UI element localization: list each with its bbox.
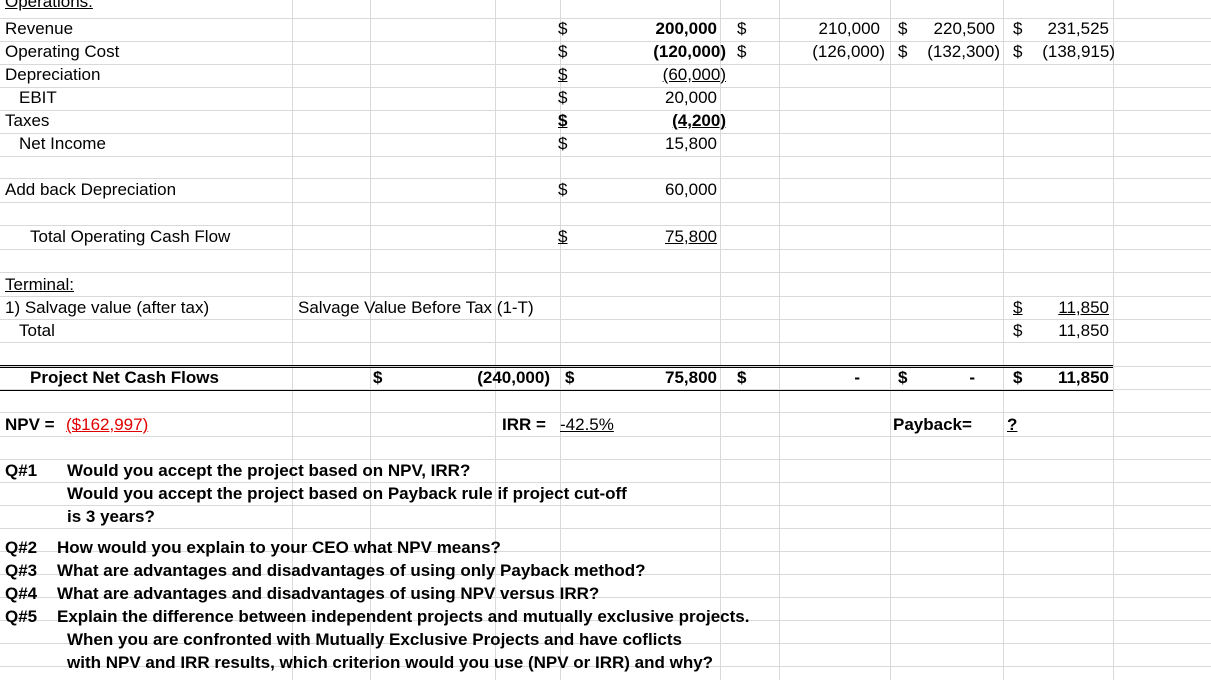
opcost-label: Operating Cost bbox=[5, 42, 119, 62]
net-income-year0: 15,800 bbox=[600, 134, 717, 154]
ebit-label: EBIT bbox=[19, 88, 57, 108]
ebit-year0: 20,000 bbox=[600, 88, 717, 108]
q2-text: How would you explain to your CEO what N… bbox=[57, 538, 501, 558]
ncf-dollar-1: $ bbox=[565, 368, 574, 388]
npv-value: ($162,997) bbox=[66, 415, 148, 435]
q3-text: What are advantages and disadvantages of… bbox=[57, 561, 646, 581]
total-ocf-value: 75,800 bbox=[600, 227, 717, 247]
q4-label: Q#4 bbox=[5, 584, 37, 604]
ncf-value-0: (240,000) bbox=[440, 368, 550, 388]
irr-value: -42.5% bbox=[560, 415, 614, 435]
ncf-dollar-0: $ bbox=[373, 368, 382, 388]
q4-text: What are advantages and disadvantages of… bbox=[57, 584, 599, 604]
add-back-value: 60,000 bbox=[600, 180, 717, 200]
terminal-total-label: Total bbox=[19, 321, 55, 341]
q5-line-3: with NPV and IRR results, which criterio… bbox=[67, 653, 713, 673]
opcost-year3: (138,915) bbox=[1015, 42, 1115, 62]
ncf-value-3: - bbox=[900, 368, 975, 388]
q5-line-2: When you are confronted with Mutually Ex… bbox=[67, 630, 682, 650]
q3-label: Q#3 bbox=[5, 561, 37, 581]
q5-line-1: Explain the difference between independe… bbox=[57, 607, 749, 627]
taxes-dollar: $ bbox=[558, 111, 567, 131]
opcost-year0: (120,000) bbox=[600, 42, 726, 62]
taxes-year0: (4,200) bbox=[600, 111, 726, 131]
terminal-header: Terminal: bbox=[5, 275, 74, 295]
add-back-dollar: $ bbox=[558, 180, 567, 200]
ncf-value-4: 11,850 bbox=[1015, 368, 1109, 388]
irr-label: IRR = bbox=[502, 415, 546, 435]
total-ocf-label: Total Operating Cash Flow bbox=[30, 227, 230, 247]
payback-label: Payback= bbox=[893, 415, 972, 435]
revenue-year1: 210,000 bbox=[780, 19, 880, 39]
salvage-label: 1) Salvage value (after tax) bbox=[5, 298, 209, 318]
depreciation-year0: (60,000) bbox=[600, 65, 726, 85]
revenue-label: Revenue bbox=[5, 19, 73, 39]
terminal-total-value: 11,850 bbox=[1015, 321, 1109, 341]
add-back-label: Add back Depreciation bbox=[5, 180, 176, 200]
net-cash-flows-label: Project Net Cash Flows bbox=[30, 368, 219, 388]
revenue-year3: 231,525 bbox=[1015, 19, 1109, 39]
revenue-year0: 200,000 bbox=[600, 19, 717, 39]
ncf-dollar-2: $ bbox=[737, 368, 746, 388]
q1-line-3: is 3 years? bbox=[67, 507, 155, 527]
salvage-value: 11,850 bbox=[1015, 298, 1109, 318]
q5-label: Q#5 bbox=[5, 607, 37, 627]
ncf-value-1: 75,800 bbox=[600, 368, 717, 388]
q1-line-2: Would you accept the project based on Pa… bbox=[67, 484, 627, 504]
revenue-year2: 220,500 bbox=[900, 19, 995, 39]
net-cash-top-border bbox=[0, 365, 1113, 366]
depreciation-label: Depreciation bbox=[5, 65, 100, 85]
net-cash-bottom-border bbox=[0, 390, 1113, 391]
taxes-label: Taxes bbox=[5, 111, 49, 131]
depreciation-dollar: $ bbox=[558, 65, 567, 85]
opcost-dollar-y1: $ bbox=[737, 42, 746, 62]
operations-header: Operations: bbox=[5, 0, 93, 12]
q1-label: Q#1 bbox=[5, 461, 37, 481]
total-ocf-dollar: $ bbox=[558, 227, 567, 247]
opcost-year2: (132,300) bbox=[900, 42, 1000, 62]
revenue-dollar: $ bbox=[558, 19, 567, 39]
ncf-value-2: - bbox=[780, 368, 860, 388]
ebit-dollar: $ bbox=[558, 88, 567, 108]
revenue-dollar-y1: $ bbox=[737, 19, 746, 39]
opcost-year1: (126,000) bbox=[780, 42, 885, 62]
payback-value: ? bbox=[1007, 415, 1017, 435]
net-income-label: Net Income bbox=[19, 134, 106, 154]
salvage-formula: Salvage Value Before Tax (1-T) bbox=[298, 298, 534, 318]
q2-label: Q#2 bbox=[5, 538, 37, 558]
net-income-dollar: $ bbox=[558, 134, 567, 154]
opcost-dollar: $ bbox=[558, 42, 567, 62]
npv-label: NPV = bbox=[5, 415, 55, 435]
q1-line-1: Would you accept the project based on NP… bbox=[67, 461, 470, 481]
